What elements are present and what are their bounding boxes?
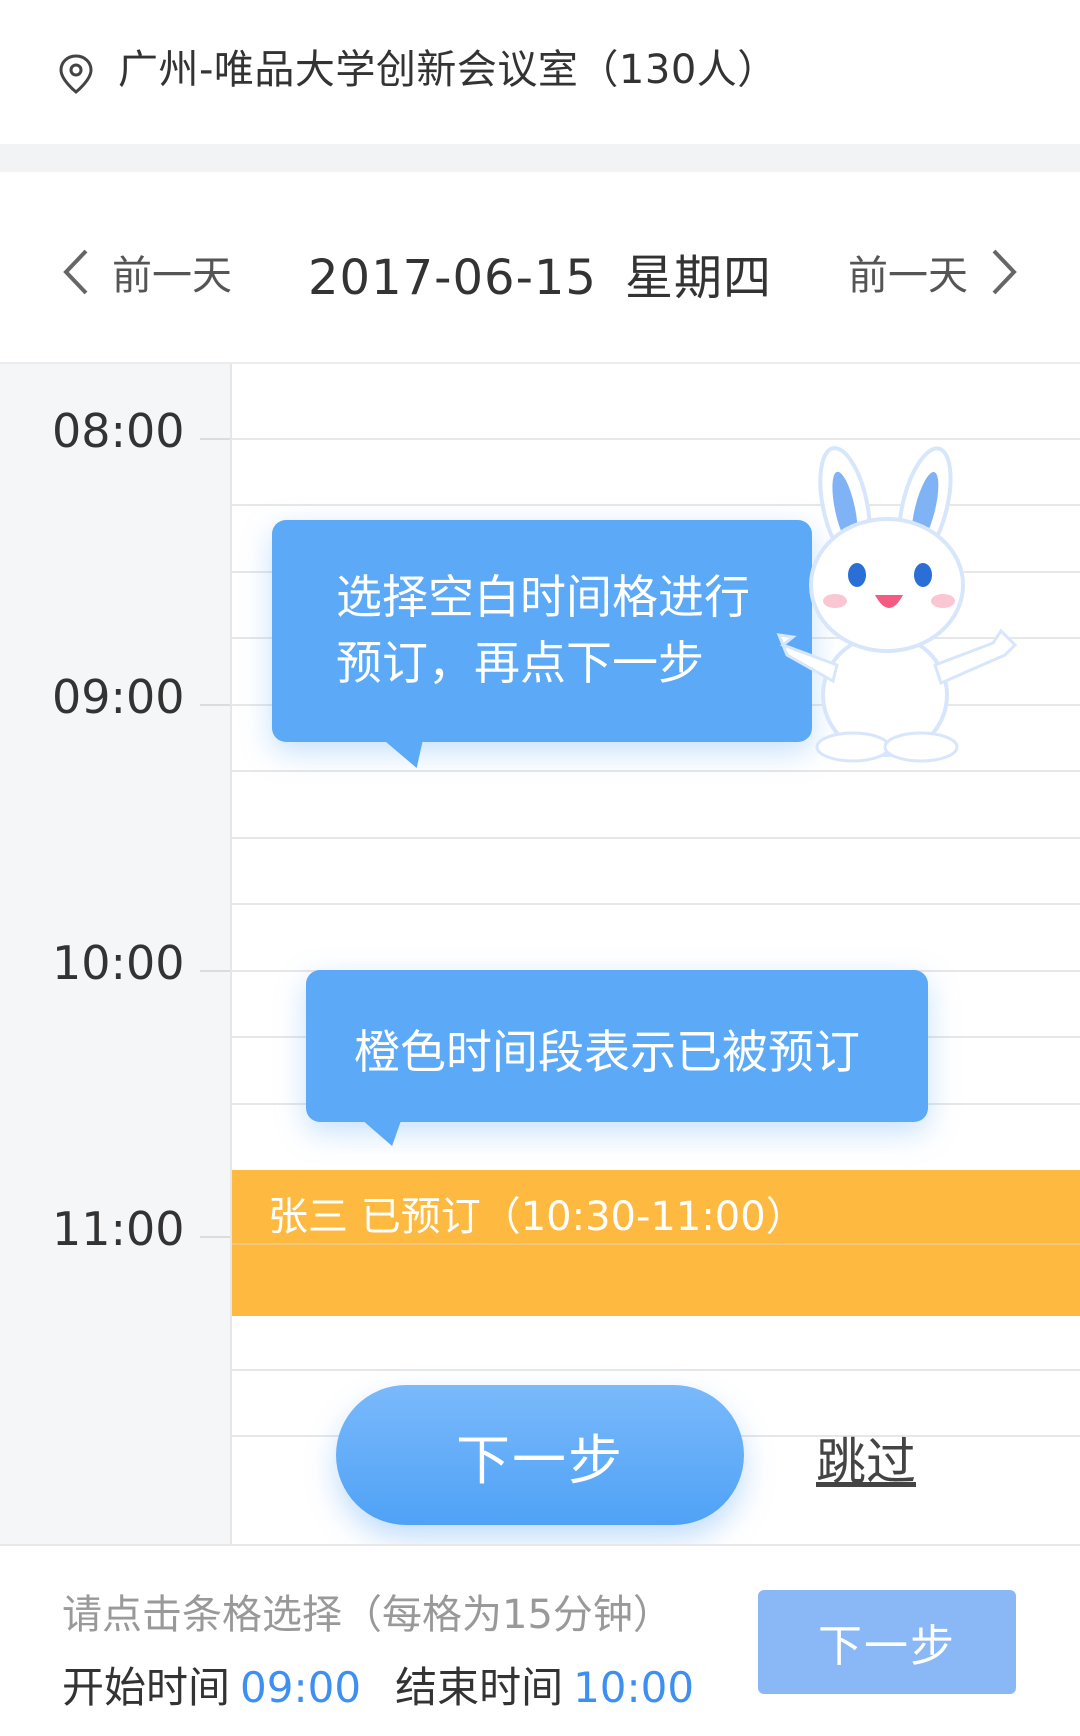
- guide-tip-line: 预订，再点下一步: [336, 636, 704, 690]
- section-divider: [0, 144, 1080, 172]
- hour-tick: [200, 704, 230, 706]
- time-axis: 08:00 09:00 10:00 11:00: [0, 364, 232, 1544]
- skip-link[interactable]: 跳过: [816, 1422, 916, 1494]
- time-slot[interactable]: [232, 903, 1080, 977]
- next-step-button[interactable]: 下一步: [758, 1590, 1016, 1694]
- selection-hint: 请点击条格选择（每格为15分钟）: [62, 1592, 673, 1638]
- hour-tick: [200, 438, 230, 440]
- booked-slot[interactable]: 张三 已预订（10:30-11:00）: [232, 1170, 1080, 1316]
- end-time-value: 10:00: [573, 1663, 695, 1712]
- hour-label: 11:00: [52, 1202, 185, 1256]
- booked-divider: [232, 1243, 1080, 1245]
- chevron-right-icon: [992, 249, 1017, 295]
- guide-tip-booked: 橙色时间段表示已被预订: [306, 970, 928, 1146]
- room-name: 广州-唯品大学创新会议室（130人）: [118, 47, 778, 93]
- guide-tip-select: 选择空白时间格进行 预订，再点下一步: [272, 520, 812, 768]
- hour-label: 09:00: [52, 670, 185, 724]
- start-time-value: 09:00: [240, 1663, 362, 1712]
- time-slot[interactable]: [232, 837, 1080, 911]
- location-bar: 广州-唯品大学创新会议室（130人）: [0, 0, 1080, 144]
- guide-next-button[interactable]: 下一步: [336, 1385, 744, 1525]
- hour-tick: [200, 1236, 230, 1238]
- bottom-bar: 请点击条格选择（每格为15分钟） 开始时间 09:00 结束时间 10:00 下一步: [0, 1544, 1080, 1736]
- location-pin-icon: [59, 54, 93, 94]
- time-slot[interactable]: [232, 770, 1080, 844]
- next-day-label: 前一天: [848, 253, 968, 299]
- start-time-label: 开始时间: [62, 1663, 231, 1712]
- guide-tip-line: 选择空白时间格进行: [336, 570, 750, 624]
- rabbit-mascot-icon: [776, 446, 1018, 763]
- guide-tip-booked-text: 橙色时间段表示已被预订: [354, 1025, 860, 1079]
- guide-tip-select-text: 选择空白时间格进行 预订，再点下一步: [336, 564, 750, 696]
- booked-label: 张三 已预订（10:30-11:00）: [268, 1194, 806, 1240]
- end-time-label: 结束时间: [395, 1663, 564, 1712]
- next-day-button[interactable]: 前一天: [848, 242, 1022, 302]
- hour-label: 10:00: [52, 936, 185, 990]
- date-navigation: 前一天 2017-06-15 星期四 前一天: [0, 172, 1080, 364]
- hour-label: 08:00: [52, 404, 185, 458]
- date-value: 2017-06-15: [308, 250, 597, 306]
- selected-time-range: 开始时间 09:00 结束时间 10:00: [62, 1654, 694, 1715]
- weekday-value: 星期四: [624, 250, 772, 306]
- hour-tick: [200, 970, 230, 972]
